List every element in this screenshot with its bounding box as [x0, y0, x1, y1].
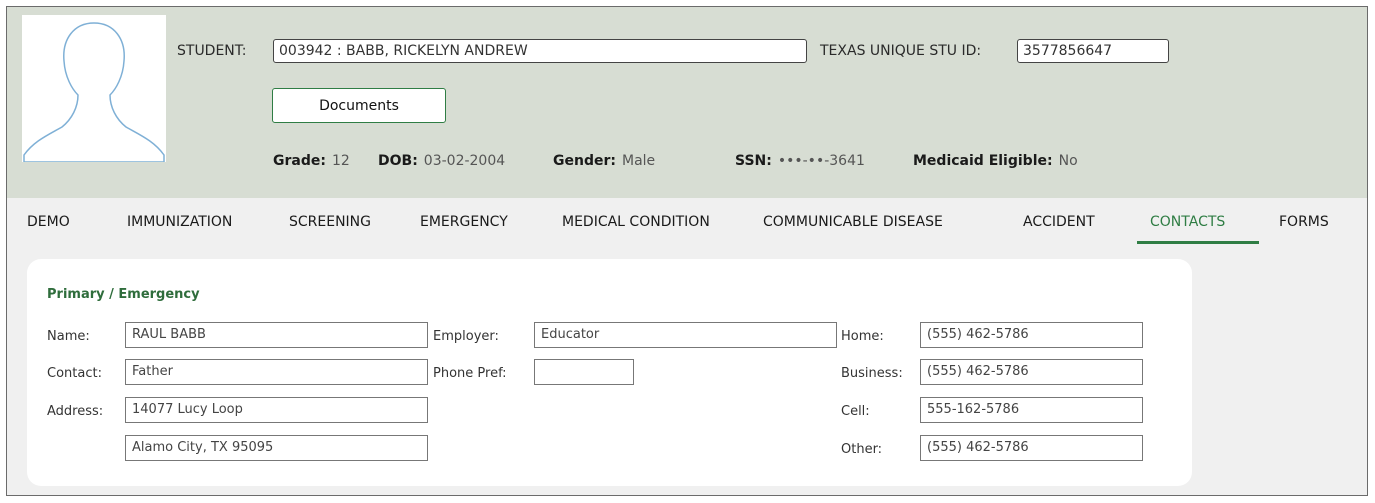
student-name-field[interactable]: 003942 : BABB, RICKELYN ANDREW: [273, 39, 807, 63]
tab-demo[interactable]: DEMO: [27, 214, 70, 230]
address-line1-field[interactable]: 14077 Lucy Loop: [125, 397, 428, 423]
student-health-window: STUDENT: 003942 : BABB, RICKELYN ANDREW …: [6, 6, 1368, 496]
other-label: Other:: [841, 442, 883, 457]
business-label: Business:: [841, 366, 903, 381]
section-title: Primary / Emergency: [47, 287, 200, 302]
tab-medical-condition[interactable]: MEDICAL CONDITION: [562, 214, 710, 230]
name-field[interactable]: RAUL BABB: [125, 322, 428, 348]
active-tab-indicator: [1137, 241, 1259, 244]
medicaid-value: No: [1058, 153, 1078, 169]
medicaid-info: Medicaid Eligible: No: [913, 153, 1078, 169]
tab-contacts[interactable]: CONTACTS: [1150, 214, 1225, 230]
employer-field[interactable]: Educator: [534, 322, 837, 348]
documents-button[interactable]: Documents: [272, 88, 446, 123]
dob-info: DOB: 03-02-2004: [378, 153, 505, 169]
student-header: STUDENT: 003942 : BABB, RICKELYN ANDREW …: [7, 7, 1367, 198]
texas-id-field[interactable]: 3577856647: [1017, 39, 1169, 63]
ssn-label: SSN:: [735, 153, 772, 169]
cell-phone-field[interactable]: 555-162-5786: [920, 397, 1143, 423]
contact-field[interactable]: Father: [125, 359, 428, 385]
cell-label: Cell:: [841, 404, 870, 419]
grade-value: 12: [331, 153, 350, 169]
gender-value: Male: [621, 153, 656, 169]
home-label: Home:: [841, 329, 884, 344]
tab-emergency[interactable]: EMERGENCY: [420, 214, 508, 230]
texas-id-label: TEXAS UNIQUE STU ID:: [820, 43, 982, 59]
tab-immunization[interactable]: IMMUNIZATION: [127, 214, 232, 230]
person-silhouette-icon: [23, 22, 165, 162]
ssn-value: •••-••-3641: [777, 153, 865, 169]
tab-forms[interactable]: FORMS: [1279, 214, 1329, 230]
name-label: Name:: [47, 329, 90, 344]
home-phone-field[interactable]: (555) 462-5786: [920, 322, 1143, 348]
phone-pref-field[interactable]: [534, 359, 634, 385]
contact-label: Contact:: [47, 366, 102, 381]
tab-bar: DEMO IMMUNIZATION SCREENING EMERGENCY ME…: [7, 208, 1367, 242]
tab-accident[interactable]: ACCIDENT: [1023, 214, 1095, 230]
phone-pref-label: Phone Pref:: [433, 366, 507, 381]
business-phone-field[interactable]: (555) 462-5786: [920, 359, 1143, 385]
other-phone-field[interactable]: (555) 462-5786: [920, 435, 1143, 461]
tab-communicable-disease[interactable]: COMMUNICABLE DISEASE: [763, 214, 943, 230]
grade-info: Grade: 12: [273, 153, 350, 169]
dob-value: 03-02-2004: [423, 153, 506, 169]
medicaid-label: Medicaid Eligible:: [913, 153, 1053, 169]
employer-label: Employer:: [433, 329, 499, 344]
address-line2-field[interactable]: Alamo City, TX 95095: [125, 435, 428, 461]
gender-label: Gender:: [553, 153, 616, 169]
grade-label: Grade:: [273, 153, 326, 169]
address-label: Address:: [47, 404, 104, 419]
gender-info: Gender: Male: [553, 153, 655, 169]
student-avatar: [22, 15, 166, 162]
contacts-card: Primary / Emergency Name: RAUL BABB Cont…: [27, 259, 1192, 486]
dob-label: DOB:: [378, 153, 418, 169]
ssn-info: SSN: •••-••-3641: [735, 153, 865, 169]
student-label: STUDENT:: [177, 43, 247, 59]
tab-screening[interactable]: SCREENING: [289, 214, 371, 230]
